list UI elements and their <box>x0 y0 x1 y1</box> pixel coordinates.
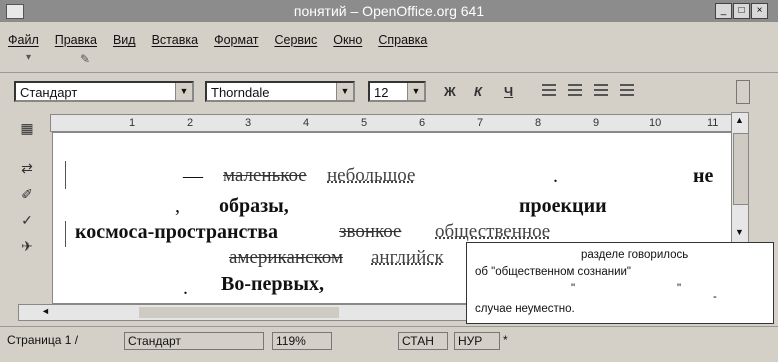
toolbar-chevron-icon[interactable]: ▾ <box>26 52 31 63</box>
page-indicator: Страница 1 / <box>4 332 124 350</box>
draw-icon[interactable]: ✐ <box>18 186 36 204</box>
ruler-tick: 1 <box>129 117 136 129</box>
scroll-thumb[interactable] <box>733 133 749 205</box>
note-text: " <box>677 283 682 295</box>
insert-field-icon[interactable]: ⇄ <box>18 160 36 178</box>
deleted-text: звонкое <box>339 221 402 242</box>
function-toolbar: ▾ ✎ <box>0 50 778 73</box>
note-text: разделе говорилось <box>581 249 689 261</box>
table-icon[interactable]: ▦ <box>18 120 36 138</box>
text-dot: . <box>553 165 558 187</box>
deleted-text: американском <box>229 247 343 268</box>
scroll-left-icon[interactable]: ◄ <box>41 306 50 316</box>
note-text: об "общественном сознании" <box>475 266 632 278</box>
align-justify-icon[interactable] <box>620 84 634 96</box>
ruler-tick: 2 <box>187 117 194 129</box>
menu-bar: Файл Правка Вид Вставка Формат Сервис Ок… <box>0 30 435 50</box>
text-dot: . <box>183 277 188 299</box>
text-word: образы, <box>219 195 289 217</box>
close-button[interactable]: × <box>751 3 768 19</box>
modified-indicator: * <box>500 332 526 350</box>
ruler-tick: 10 <box>649 117 662 129</box>
window-title: понятий – OpenOffice.org 641 <box>293 3 485 19</box>
maximize-button[interactable]: □ <box>733 3 750 19</box>
spellcheck-icon[interactable]: ✓ <box>18 212 36 230</box>
horizontal-scrollbar[interactable]: ◄ <box>18 304 478 321</box>
insert-mode[interactable]: СТАН <box>398 332 448 350</box>
note-text: - <box>713 291 717 303</box>
menu-format[interactable]: Формат <box>206 30 266 50</box>
note-text: случае неуместно. <box>475 303 575 315</box>
ruler-tick: 8 <box>535 117 542 129</box>
underline-button[interactable]: Ч <box>504 84 513 99</box>
menu-edit[interactable]: Правка <box>47 30 105 50</box>
chevron-down-icon[interactable]: ▼ <box>175 83 192 100</box>
title-bar: понятий – OpenOffice.org 641 _ □ × <box>0 0 778 22</box>
inserted-text: небольшое <box>327 165 416 186</box>
scroll-down-icon[interactable]: ▼ <box>735 227 744 237</box>
selection-mode[interactable]: НУР <box>454 332 500 350</box>
menu-view[interactable]: Вид <box>105 30 144 50</box>
ruler-tick: 3 <box>245 117 252 129</box>
text-word: проекции <box>519 195 607 217</box>
align-center-icon[interactable] <box>568 84 582 96</box>
text-word: Во-первых, <box>221 273 324 295</box>
text-word: космоса-пространства <box>75 221 279 243</box>
inserted-text: английск <box>371 247 444 268</box>
navigator-icon[interactable]: ✈ <box>18 238 36 256</box>
ruler-tick: 7 <box>477 117 484 129</box>
ruler-tick: 6 <box>419 117 426 129</box>
menu-file[interactable]: Файл <box>0 30 47 50</box>
change-bar <box>65 161 66 189</box>
scroll-thumb[interactable] <box>139 307 339 318</box>
minimize-button[interactable]: _ <box>715 3 732 19</box>
menu-insert[interactable]: Вставка <box>144 30 206 50</box>
text-dash: — <box>183 165 203 187</box>
toolbar-scroll-handle[interactable] <box>736 80 750 104</box>
text-comma: , <box>175 195 180 217</box>
chevron-down-icon[interactable]: ▼ <box>336 83 353 100</box>
menu-tools[interactable]: Сервис <box>266 30 325 50</box>
align-left-icon[interactable] <box>542 84 556 96</box>
font-name-select[interactable]: Thorndale ▼ <box>205 81 355 102</box>
italic-button[interactable]: К <box>474 84 482 99</box>
ruler-tick: 5 <box>361 117 368 129</box>
status-bar: Страница 1 / Стандарт 119% СТАН НУР * <box>0 326 778 357</box>
horizontal-ruler[interactable]: 1 2 3 4 5 6 7 8 9 10 11 <box>50 114 736 132</box>
align-right-icon[interactable] <box>594 84 608 96</box>
note-text: " <box>571 283 576 295</box>
scroll-up-icon[interactable]: ▲ <box>735 115 744 125</box>
zoom-level[interactable]: 119% <box>272 332 332 350</box>
text-word: не <box>693 165 714 187</box>
comment-note: разделе говорилось об "общественном созн… <box>466 242 774 324</box>
paragraph-style-select[interactable]: Стандарт ▼ <box>14 81 194 102</box>
change-bar <box>65 221 66 247</box>
ruler-tick: 11 <box>707 117 719 129</box>
deleted-text: маленькое <box>223 165 307 186</box>
bold-button[interactable]: Ж <box>444 84 456 99</box>
ruler-tick: 4 <box>303 117 310 129</box>
ruler-tick: 9 <box>593 117 600 129</box>
menu-window[interactable]: Окно <box>325 30 370 50</box>
menu-help[interactable]: Справка <box>370 30 435 50</box>
inserted-text: общественное <box>435 221 551 242</box>
chevron-down-icon[interactable]: ▼ <box>407 83 424 100</box>
pin-icon[interactable]: ✎ <box>80 52 90 66</box>
font-size-select[interactable]: 12 ▼ <box>368 81 426 102</box>
page-style[interactable]: Стандарт <box>124 332 264 350</box>
